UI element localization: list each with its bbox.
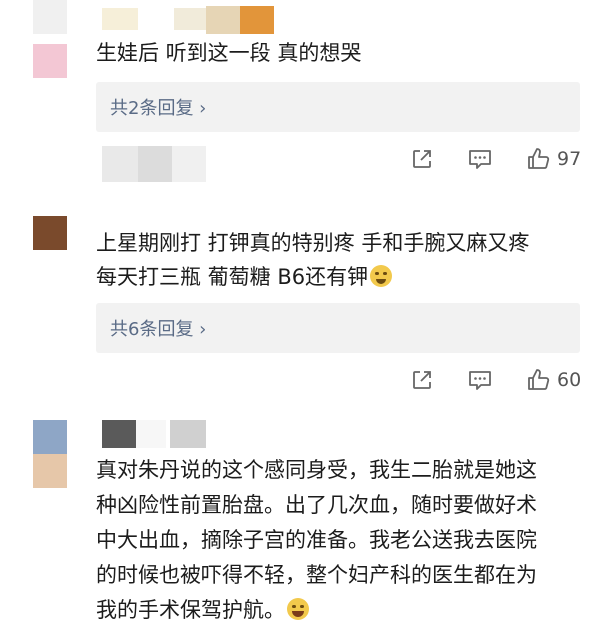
reply-count-link[interactable]: 共2条回复 › [110,94,206,120]
laugh-cry-emoji-icon [287,598,309,620]
like-count: 97 [557,148,582,170]
avatar-lower [33,454,67,488]
username-mosaic [136,420,166,448]
reply-summary[interactable]: 共2条回复 › [96,82,580,132]
username-mosaic [240,6,274,34]
user-mosaic [102,146,138,182]
user-mosaic [172,146,206,182]
reply-summary[interactable]: 共6条回复 › [96,303,580,353]
username-mosaic[interactable] [102,8,138,30]
comment-button[interactable] [467,142,493,176]
like-button[interactable]: 60 [525,363,581,397]
comment-text: 真对朱丹说的这个感同身受，我生二胎就是她这 种凶险性前置胎盘。出了几次血，随时要… [96,458,537,622]
username-mosaic[interactable] [102,420,136,448]
avatar-lower [33,44,67,78]
comment-text: 生娃后 听到这一段 真的想哭 [96,41,362,65]
username-mosaic [170,420,206,448]
share-button[interactable] [410,142,434,176]
comment-icon [469,150,491,169]
username-mosaic [174,8,206,30]
comment-button[interactable] [467,363,493,397]
avatar[interactable] [33,216,67,250]
thumbs-up-icon [528,148,550,169]
user-mosaic [138,146,172,182]
comment-actions: 60 [405,363,595,397]
reply-count-link[interactable]: 共6条回复 › [110,315,206,341]
comment-icon [469,371,491,390]
thumbs-up-icon [528,369,550,390]
avatar[interactable] [33,0,67,34]
username-mosaic [206,6,240,34]
like-count: 60 [557,369,582,391]
comment-text: 上星期刚打 打钾真的特别疼 手和手腕又麻又疼 每天打三瓶 葡萄糖 B6还有钾 [96,231,530,289]
crying-emoji-icon [370,265,393,287]
share-icon [413,150,431,168]
avatar[interactable] [33,420,67,454]
comment-actions: 97 [405,142,595,176]
share-button[interactable] [410,363,434,397]
like-button[interactable]: 97 [525,142,581,176]
share-icon [413,371,431,389]
